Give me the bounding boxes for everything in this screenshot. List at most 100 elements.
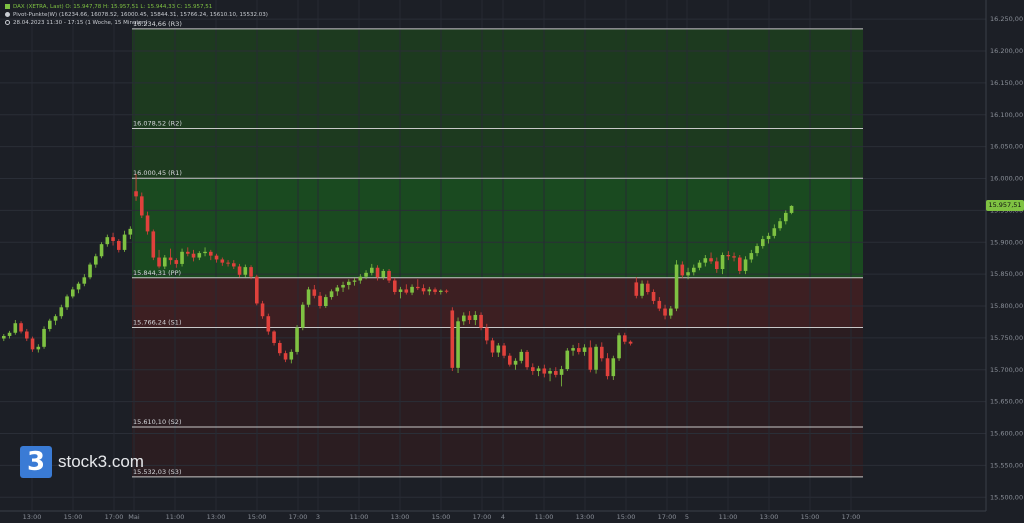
candle-body (329, 291, 334, 298)
candle-body (789, 205, 794, 213)
candle-body (680, 264, 685, 276)
candle-body (186, 251, 190, 254)
candle-body (674, 264, 679, 309)
candle-body (71, 289, 75, 297)
candle-body (588, 347, 593, 370)
candle-body (168, 257, 173, 261)
candle-body (209, 251, 213, 256)
candle-body (174, 260, 179, 264)
y-axis-tick-label: 15.700,00 (990, 366, 1023, 374)
candle-body (784, 212, 788, 222)
candle-body (76, 283, 81, 290)
stock3-logo-mark: 3 (20, 446, 52, 478)
candle-body (232, 263, 236, 267)
candle-body (65, 296, 69, 308)
x-axis-tick-label: 15:00 (248, 513, 267, 521)
candle-body (214, 255, 219, 260)
candle-body (30, 338, 35, 350)
candle-body (628, 341, 633, 344)
candle-body (720, 255, 725, 270)
candle-body (766, 235, 771, 240)
x-axis-tick-label: 11:00 (719, 513, 738, 521)
candle-body (496, 345, 501, 353)
candle-body (140, 196, 144, 216)
candle-body (416, 286, 420, 289)
candle-body (25, 331, 29, 339)
support-zone-s1 (132, 277, 863, 328)
candle-body (99, 244, 104, 257)
candle-body (283, 353, 288, 360)
candle-body (462, 315, 466, 322)
candle-body (36, 346, 41, 350)
x-axis-tick-label: 4 (501, 513, 505, 521)
candle-body (663, 308, 667, 316)
candle-body (226, 262, 230, 264)
pivot-indicator-info[interactable]: Pivot-Punkte(W) (16234.66, 16078.52, 160… (5, 11, 268, 19)
period-info[interactable]: 28.04.2023 11:30 - 17:15 (1 Woche, 15 Mi… (5, 19, 148, 27)
resistance-zone-r1 (132, 178, 863, 278)
candle-body (439, 290, 443, 292)
x-axis-tick-label: 13:00 (576, 513, 595, 521)
candle-body (772, 228, 777, 236)
candle-body (634, 282, 639, 296)
instrument-info[interactable]: DAX (XETRA, Last) O: 15.947,78 H: 15.957… (5, 3, 212, 11)
last-price-badge: 15.957,51 (986, 200, 1024, 212)
candle-body (122, 234, 127, 250)
candle-body (605, 358, 610, 377)
instrument-ohlc-text: DAX (XETRA, Last) O: 15.947,78 H: 15.957… (13, 4, 213, 10)
y-axis-tick-label: 15.650,00 (990, 398, 1023, 406)
candle-body (48, 320, 52, 329)
pivot-level-label: 16.078,52 (R2) (133, 119, 182, 127)
candle-body (370, 267, 374, 273)
candle-body (686, 272, 690, 276)
candle-body (490, 340, 495, 353)
x-axis-tick-label: 15:00 (617, 513, 636, 521)
x-axis-tick-label: 3 (316, 513, 320, 521)
candle-body (651, 291, 656, 301)
candle-body (266, 316, 271, 332)
x-axis-tick-label: 15:00 (432, 513, 451, 521)
y-axis-tick-label: 15.600,00 (990, 430, 1023, 438)
x-axis-tick-label: 13:00 (207, 513, 226, 521)
candle-body (433, 289, 437, 292)
clock-icon (5, 19, 10, 25)
x-axis-tick-label: 17:00 (289, 513, 308, 521)
candle-body (295, 327, 299, 352)
candle-body (513, 360, 518, 365)
candle-body (519, 351, 524, 361)
candle-body (703, 258, 708, 263)
candle-body (1, 335, 6, 339)
candle-body (502, 345, 506, 356)
x-axis-tick-label: 17:00 (105, 513, 124, 521)
candle-body (237, 266, 242, 275)
candle-body (243, 267, 248, 275)
candle-body (134, 191, 138, 197)
candle-body (375, 267, 380, 278)
candle-body (617, 335, 621, 359)
candle-body (525, 351, 529, 368)
candle-body (467, 315, 472, 321)
candle-body (761, 239, 765, 247)
price-chart[interactable]: 15.500,00 15.550,00 15.600,00 15.650,00 15.7… (0, 0, 1024, 523)
y-axis-tick-label: 16.050,00 (990, 143, 1023, 151)
candle-body (163, 257, 167, 267)
candle-body (255, 276, 259, 304)
visibility-toggle-icon[interactable] (5, 11, 10, 17)
candle-body (594, 346, 598, 370)
candle-body (324, 297, 328, 306)
candle-body (623, 335, 627, 342)
pivot-values-text: Pivot-Punkte(W) (16234.66, 16078.52, 160… (13, 12, 268, 18)
candle-body (410, 286, 414, 293)
candle-body (145, 215, 150, 232)
candle-body (53, 316, 58, 321)
candle-body (577, 348, 581, 352)
candle-body (709, 258, 713, 262)
chart-window: 15.500,00 15.550,00 15.600,00 15.650,00 15.7… (0, 0, 1024, 523)
candle-body (755, 246, 759, 254)
x-axis-tick-label: 11:00 (535, 513, 554, 521)
x-axis-tick-label: 15:00 (801, 513, 820, 521)
candle-body (726, 255, 731, 257)
stock3-logo-text: stock3.com (58, 452, 144, 471)
candle-body (289, 351, 294, 360)
candle-body (105, 237, 110, 245)
